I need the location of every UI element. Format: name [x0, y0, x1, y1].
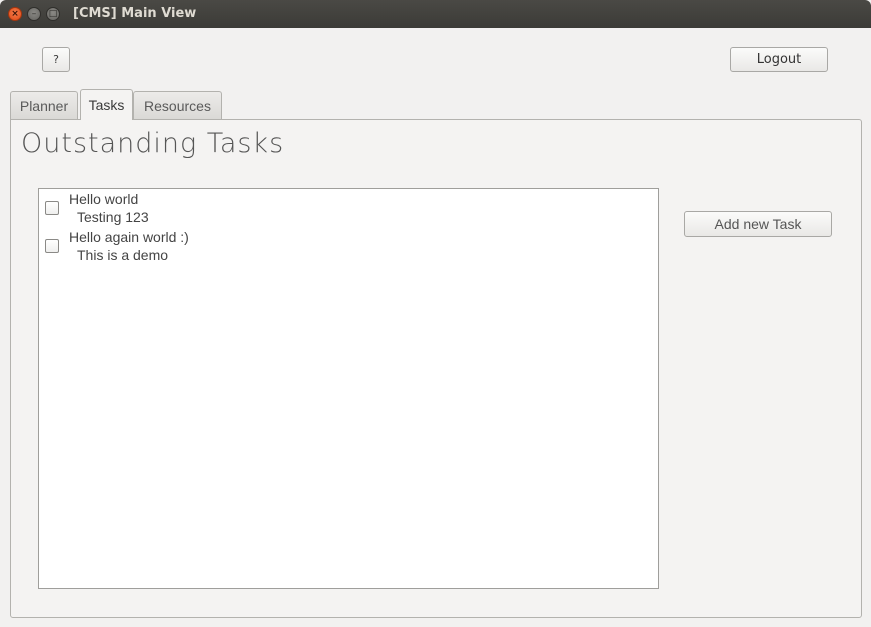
tab-planner[interactable]: Planner — [10, 91, 78, 119]
task-list[interactable]: Hello world Testing 123 Hello again worl… — [38, 188, 659, 589]
tab-resources[interactable]: Resources — [133, 91, 222, 119]
logout-button[interactable]: Logout — [730, 47, 828, 72]
task-checkbox[interactable] — [45, 239, 59, 253]
minimize-icon[interactable]: – — [27, 7, 41, 21]
list-item[interactable]: Hello again world :) This is a demo — [39, 227, 658, 265]
task-checkbox[interactable] — [45, 201, 59, 215]
task-title: Hello again world :) — [69, 229, 189, 245]
close-icon[interactable]: × — [8, 7, 22, 21]
help-button[interactable]: ? — [42, 47, 70, 72]
main-window: × – □ [CMS] Main View ? Logout Planner T… — [0, 0, 871, 627]
add-task-button[interactable]: Add new Task — [684, 211, 832, 237]
title-bar[interactable]: × – □ [CMS] Main View — [0, 0, 871, 28]
maximize-icon[interactable]: □ — [46, 7, 60, 21]
task-description: This is a demo — [77, 247, 169, 263]
window-title: [CMS] Main View — [73, 6, 197, 21]
tab-tasks[interactable]: Tasks — [80, 89, 133, 120]
task-description: Testing 123 — [77, 209, 149, 225]
task-title: Hello world — [69, 191, 139, 207]
page-title: Outstanding Tasks — [21, 128, 285, 159]
list-item[interactable]: Hello world Testing 123 — [39, 189, 658, 227]
